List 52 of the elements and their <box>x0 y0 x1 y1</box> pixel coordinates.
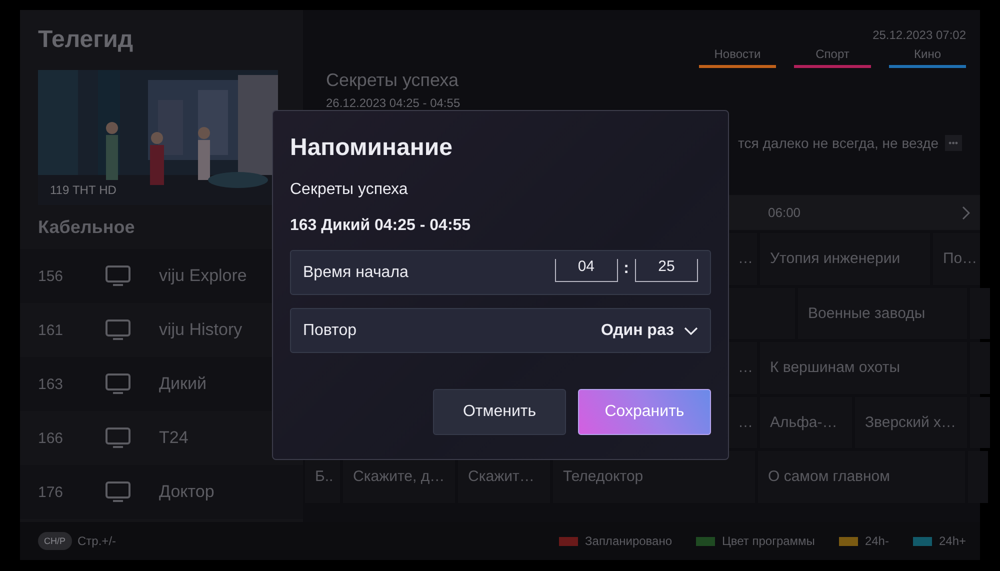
dialog-program: Секреты успеха <box>290 181 409 199</box>
channel-row[interactable]: 166 T24 <box>20 411 303 465</box>
channel-name: T24 <box>159 428 188 448</box>
program-description: тся далеко не всегда, не везде <box>738 135 939 151</box>
category-tab[interactable]: Кино <box>889 47 966 68</box>
program-cell[interactable]: Альфа-… <box>760 396 852 448</box>
page-hint: Стр.+/- <box>78 534 116 548</box>
tv-icon <box>105 481 131 503</box>
tv-icon <box>105 373 131 395</box>
program-cell[interactable]: К вершинам охоты <box>760 342 967 394</box>
channel-number: 166 <box>38 430 64 446</box>
legend-label: Цвет программы <box>722 534 815 548</box>
program-cell[interactable]: Зверский х… <box>855 396 967 448</box>
date-time: 25.12.2023 07:02 <box>872 28 966 42</box>
channel-number: 161 <box>38 322 64 338</box>
channel-caption: 119 ТНТ HD <box>50 183 116 197</box>
key-badge: CH/P <box>38 532 72 550</box>
program-title: Секреты успеха <box>326 70 460 91</box>
repeat-dropdown[interactable]: Повтор Один раз <box>290 308 711 353</box>
save-button[interactable]: Сохранить <box>578 389 711 435</box>
channel-name: Доктор <box>159 482 214 502</box>
tv-icon <box>105 427 131 449</box>
hour-field[interactable]: 04 <box>554 259 618 282</box>
page-title: Телегид <box>38 25 134 55</box>
chevron-right-icon[interactable] <box>962 206 970 220</box>
program-cell[interactable]: О самом главном <box>758 451 965 502</box>
legend-label: 24h- <box>864 534 889 548</box>
chevron-down-icon <box>684 326 698 334</box>
channel-number: 176 <box>38 484 64 500</box>
channel-name: Дикий <box>159 374 206 394</box>
tv-icon <box>105 265 131 287</box>
dialog-title: Напоминание <box>290 133 454 163</box>
tv-icon <box>105 319 131 341</box>
program-cell[interactable]: По… <box>933 233 980 284</box>
channel-name: viju History <box>159 320 242 340</box>
dialog-details: 163 Дикий 04:25 - 04:55 <box>290 217 472 235</box>
category-tab[interactable]: Спорт <box>794 47 871 68</box>
program-cell[interactable]: Военные заводы <box>798 288 967 339</box>
legend-label: Запланировано <box>585 534 672 548</box>
channel-number: 156 <box>38 268 64 284</box>
program-time: 26.12.2023 04:25 - 04:55 <box>326 96 460 110</box>
legend-label: 24h+ <box>938 534 966 548</box>
cancel-button[interactable]: Отменить <box>433 389 566 435</box>
time-label: 06:00 <box>767 205 802 220</box>
start-time-label: Время начала <box>303 264 410 282</box>
category-tab[interactable]: Новости <box>699 47 776 68</box>
program-cell[interactable]: Утопия инженерии <box>760 233 930 284</box>
time-separator: : <box>624 260 629 278</box>
channel-name: viju Explore <box>159 266 247 286</box>
more-button[interactable]: ••• <box>944 135 962 151</box>
minute-field[interactable]: 25 <box>635 259 698 282</box>
channel-number: 163 <box>38 376 64 392</box>
